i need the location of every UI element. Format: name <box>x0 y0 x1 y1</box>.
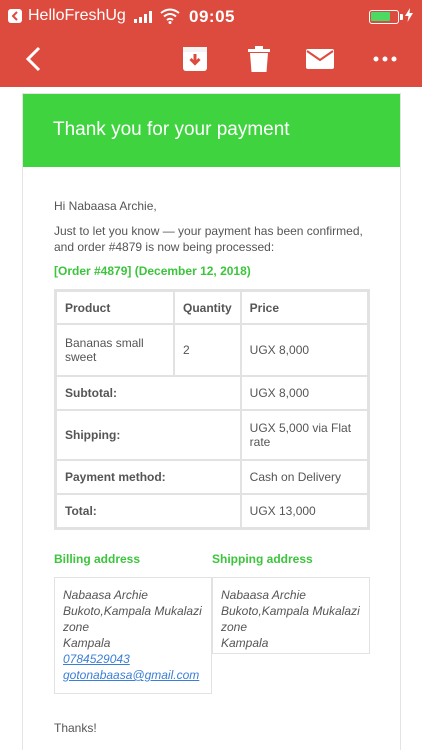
email-body: Thank you for your payment Hi Nabaasa Ar… <box>22 93 401 750</box>
wifi-icon <box>160 8 180 24</box>
shipping-label: Shipping: <box>56 410 241 460</box>
back-icon <box>25 46 41 72</box>
billing-email-link[interactable]: gotonabaasa@gmail.com <box>63 668 199 682</box>
status-bar: HelloFreshUg 09:05 <box>0 0 422 32</box>
total-label: Total: <box>56 494 241 528</box>
delete-button[interactable] <box>244 44 274 74</box>
billing-name: Nabaasa Archie <box>63 588 148 602</box>
more-button[interactable] <box>370 44 400 74</box>
trash-icon <box>248 46 270 72</box>
battery-icon <box>369 10 403 24</box>
billing-phone-link[interactable]: 0784529043 <box>63 652 130 666</box>
more-icon <box>373 56 397 62</box>
top-bar: HelloFreshUg 09:05 <box>0 0 422 87</box>
table-row: Shipping: UGX 5,000 via Flat rate <box>56 410 368 460</box>
carrier-label: HelloFreshUg <box>28 7 126 24</box>
intro-text: Just to let you know — your payment has … <box>54 224 363 254</box>
total-value: UGX 13,000 <box>240 494 368 528</box>
subtotal-value: UGX 8,000 <box>240 376 368 410</box>
item-product: Bananas small sweet <box>56 324 174 376</box>
item-quantity: 2 <box>174 324 241 376</box>
table-row: Subtotal: UGX 8,000 <box>56 376 368 410</box>
charging-icon <box>405 8 413 22</box>
back-to-app-icon[interactable] <box>8 9 22 23</box>
order-heading: [Order #4879] (December 12, 2018) <box>54 264 251 278</box>
archive-icon <box>183 47 207 71</box>
column-header-quantity: Quantity <box>174 291 241 324</box>
billing-address-box: Nabaasa Archie Bukoto,Kampala Mukalazi z… <box>54 577 212 694</box>
column-header-price: Price <box>240 291 368 324</box>
table-header-row: Product Quantity Price <box>56 291 368 324</box>
email-toolbar <box>0 32 422 87</box>
billing-address-title: Billing address <box>54 552 141 566</box>
archive-button[interactable] <box>180 44 210 74</box>
mail-icon <box>306 49 334 69</box>
back-button[interactable] <box>18 44 48 74</box>
shipping-street: Bukoto,Kampala Mukalazi zone <box>221 604 360 634</box>
item-price: UGX 8,000 <box>240 324 368 376</box>
closing-text: Thanks! <box>54 721 97 735</box>
order-table: Product Quantity Price Bananas small swe… <box>54 289 370 530</box>
payment-method-label: Payment method: <box>56 460 241 494</box>
shipping-address-title: Shipping address <box>212 552 313 566</box>
banner-title: Thank you for your payment <box>53 119 290 140</box>
mark-unread-button[interactable] <box>305 44 335 74</box>
table-row: Payment method: Cash on Delivery <box>56 460 368 494</box>
shipping-address-box: Nabaasa Archie Bukoto,Kampala Mukalazi z… <box>212 577 370 654</box>
payment-method-value: Cash on Delivery <box>240 460 368 494</box>
shipping-city: Kampala <box>221 636 269 650</box>
clock: 09:05 <box>189 7 235 26</box>
email-banner: Thank you for your payment <box>23 94 400 167</box>
signal-icon <box>134 11 152 23</box>
billing-city: Kampala <box>63 636 111 650</box>
shipping-name: Nabaasa Archie <box>221 588 306 602</box>
billing-street: Bukoto,Kampala Mukalazi zone <box>63 604 202 634</box>
subtotal-label: Subtotal: <box>56 376 241 410</box>
greeting: Hi Nabaasa Archie, <box>54 199 157 213</box>
shipping-value: UGX 5,000 via Flat rate <box>240 410 368 460</box>
table-row: Total: UGX 13,000 <box>56 494 368 528</box>
table-row: Bananas small sweet 2 UGX 8,000 <box>56 324 368 376</box>
column-header-product: Product <box>56 291 174 324</box>
